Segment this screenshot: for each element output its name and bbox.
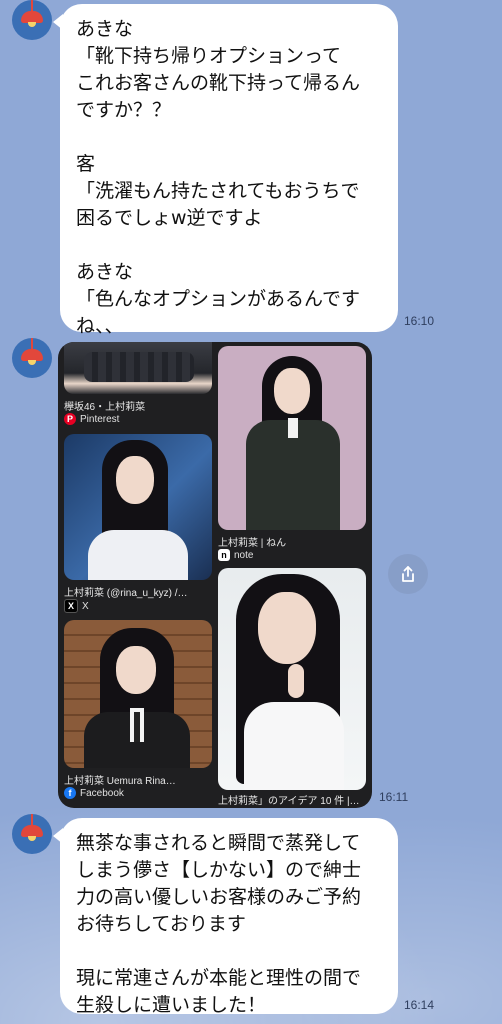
bubble-tail	[53, 828, 63, 844]
bubble-tail	[53, 14, 63, 30]
image-title: 欅坂46・上村莉菜	[64, 402, 146, 413]
gallery-card[interactable]: 欅坂46・上村莉菜 P Pinterest	[64, 342, 212, 428]
gallery-image[interactable]	[218, 346, 366, 530]
avatar[interactable]	[12, 338, 52, 378]
image-source-label: Facebook	[80, 787, 124, 799]
image-title: 上村莉菜 | ねん	[218, 538, 287, 549]
message-time: 16:11	[379, 790, 409, 804]
image-gallery[interactable]: 欅坂46・上村莉菜 P Pinterest 上村莉菜 | ねん n note 上…	[58, 342, 372, 808]
message-text: あきな 「靴下持ち帰りオプションって これお客さんの靴下持って帰るん ですか？？…	[76, 18, 361, 337]
image-title: 上村莉菜 (@rina_u_kyz) /…	[64, 588, 188, 599]
avatar[interactable]	[12, 814, 52, 854]
face-shape	[116, 456, 154, 504]
message-bubble[interactable]: あきな 「靴下持ち帰りオプションって これお客さんの靴下持って帰るん ですか？？…	[53, 4, 398, 337]
share-button[interactable]	[388, 554, 428, 594]
bulb-icon	[28, 836, 36, 841]
avatar[interactable]	[12, 0, 52, 40]
message-text: 無茶な事されると瞬間で蒸発して しまう儚さ【しかない】ので紳士 力の高い優しいお…	[76, 832, 362, 1016]
image-title: 上村莉菜 Uemura Rina…	[64, 776, 176, 787]
gallery-card[interactable]: 上村莉菜 (@rina_u_kyz) /… X X	[64, 434, 212, 613]
image-source-label: X	[82, 600, 89, 612]
message-time: 16:14	[404, 998, 435, 1012]
face-shape	[258, 592, 316, 664]
message-time: 16:10	[404, 314, 435, 328]
image-title: 上村莉菜」のアイデア 10 件 |…	[218, 796, 360, 807]
image-source[interactable]: n note	[218, 549, 253, 561]
gallery-image[interactable]	[64, 342, 212, 394]
pinterest-icon: P	[64, 413, 76, 425]
facebook-icon: f	[64, 787, 76, 799]
gallery-image[interactable]	[218, 568, 366, 790]
gallery-card[interactable]: 上村莉菜 Uemura Rina… f Facebook	[64, 620, 212, 800]
face-shape	[274, 368, 310, 414]
face-shape	[116, 646, 156, 694]
message-bubble[interactable]: 無茶な事されると瞬間で蒸発して しまう儚さ【しかない】ので紳士 力の高い優しいお…	[53, 818, 398, 1016]
gallery-card[interactable]: 上村莉菜 | ねん n note	[218, 346, 366, 562]
image-source[interactable]: P Pinterest	[64, 413, 119, 425]
x-icon: X	[64, 599, 78, 613]
gallery-image[interactable]	[64, 620, 212, 768]
image-source[interactable]: f Facebook	[64, 787, 124, 799]
share-icon	[402, 566, 414, 582]
bulb-icon	[28, 22, 36, 27]
image-source-label: Pinterest	[80, 413, 120, 425]
image-source[interactable]: X X	[64, 599, 89, 613]
gallery-image[interactable]	[64, 434, 212, 580]
note-icon: n	[218, 549, 230, 561]
bulb-icon	[28, 360, 36, 365]
image-source-label: note	[234, 549, 254, 561]
gallery-card[interactable]: 上村莉菜」のアイデア 10 件 |…	[218, 568, 366, 807]
